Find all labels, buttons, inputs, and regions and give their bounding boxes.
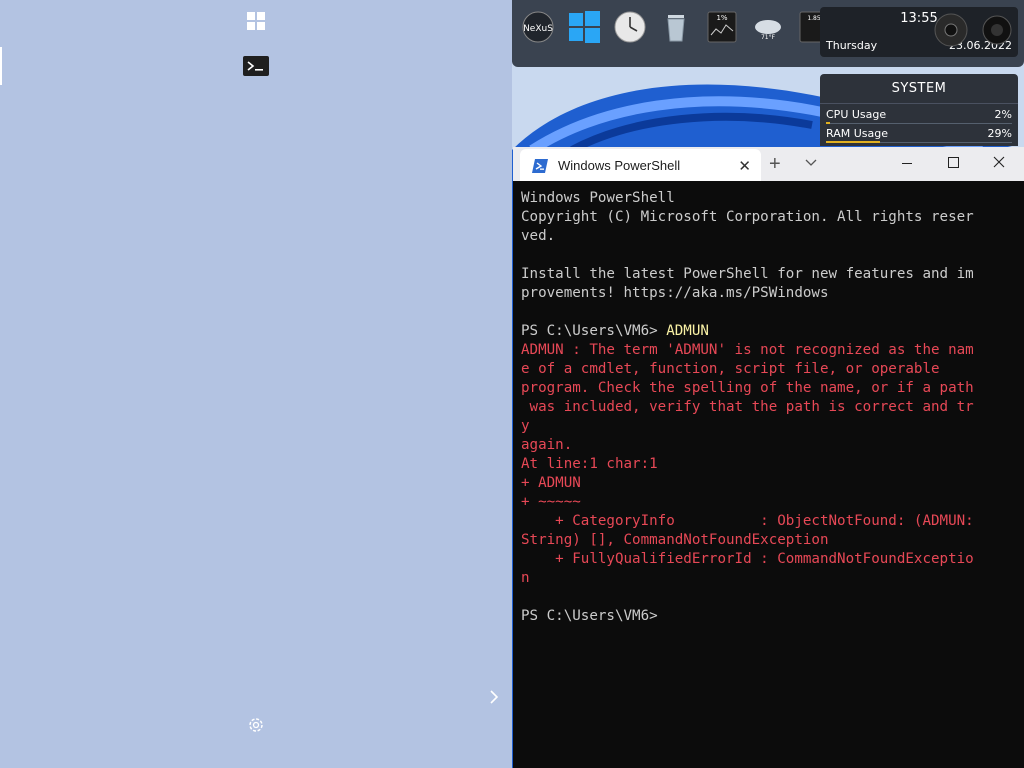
clock-widget: 13:55 Thursday 23.06.2022 [820, 7, 1018, 57]
minimize-button[interactable] [884, 147, 930, 179]
new-tab-button[interactable]: + [769, 153, 781, 176]
powershell-icon [532, 159, 548, 173]
maximize-button[interactable] [930, 147, 976, 179]
cpu-usage-value: 2% [994, 108, 1012, 121]
svg-text:NeXuS: NeXuS [523, 24, 553, 34]
terminal-line: Copyright (C) Microsoft Corporation. All… [521, 209, 974, 225]
terminal-line: + ~~~~~ [521, 494, 581, 510]
close-window-button[interactable] [976, 147, 1022, 179]
nexus-logo-icon[interactable]: NeXuS [520, 9, 556, 45]
cpu-usage-label: CPU Usage [826, 108, 887, 121]
ram-usage-value: 29% [987, 127, 1012, 140]
typed-command: ADMUN [666, 323, 709, 339]
window-titlebar[interactable]: Windows PowerShell ✕ + [513, 147, 1024, 181]
chevron-down-icon[interactable] [803, 156, 819, 170]
tab-windows-powershell[interactable]: Windows PowerShell ✕ [520, 149, 761, 181]
tab-title: Windows PowerShell [558, 158, 681, 173]
cpu-usage-row: CPU Usage 2% [826, 108, 1012, 124]
cpu-usage-bar [826, 122, 1012, 124]
ram-usage-label: RAM Usage [826, 127, 888, 140]
windows-logo-icon[interactable] [247, 12, 265, 30]
terminal-app-icon[interactable] [243, 56, 269, 76]
terminal-line: String) [], CommandNotFoundException [521, 532, 829, 548]
terminal-line: At line:1 char:1 [521, 456, 658, 472]
settings-gear-icon[interactable] [246, 715, 266, 735]
terminal-line: ADMUN : The term 'ADMUN' is not recogniz… [521, 342, 974, 358]
clock-day: Thursday [826, 39, 878, 52]
weather-icon[interactable]: 71°F [750, 9, 786, 45]
media-disc-icon [934, 13, 968, 47]
terminal-line: was included, verify that the path is co… [521, 399, 974, 415]
terminal-line: PS C:\Users\VM6> [521, 608, 667, 624]
terminal-line: + ADMUN [521, 475, 581, 491]
terminal-line: again. [521, 437, 573, 453]
recycle-bin-icon[interactable] [658, 9, 694, 45]
system-monitor-widget: SYSTEM CPU Usage 2% RAM Usage 29% [820, 74, 1018, 146]
clock-icon[interactable] [612, 9, 648, 45]
terminal-line: y [521, 418, 530, 434]
tab-close-icon[interactable]: ✕ [738, 157, 751, 175]
ram-usage-row: RAM Usage 29% [826, 127, 1012, 143]
terminal-line: PS C:\Users\VM6> ADMUN [521, 323, 709, 339]
svg-text:1.85: 1.85 [807, 15, 821, 22]
svg-text:71°F: 71°F [761, 34, 776, 41]
terminal-line: e of a cmdlet, function, script file, or… [521, 361, 940, 377]
terminal-line: provements! https://aka.ms/PSWindows [521, 285, 829, 301]
terminal-line: program. Check the spelling of the name,… [521, 380, 974, 396]
camera-lens-icon [982, 15, 1012, 45]
terminal-line: Windows PowerShell [521, 190, 675, 206]
ram-usage-bar [826, 141, 1012, 143]
terminal-line: n [521, 570, 530, 586]
terminal-line: + CategoryInfo : ObjectNotFound: (ADMUN: [521, 513, 974, 529]
windows-start-icon[interactable] [566, 9, 602, 45]
powershell-window: Windows PowerShell ✕ + Windows PowerShel… [513, 147, 1024, 768]
active-indicator [0, 47, 2, 85]
terminal-line: Install the latest PowerShell for new fe… [521, 266, 974, 282]
cpu-meter-icon[interactable]: 1% [704, 9, 740, 45]
chevron-right-icon[interactable] [487, 688, 501, 706]
terminal-line: + FullyQualifiedErrorId : CommandNotFoun… [521, 551, 974, 567]
terminal-line: ved. [521, 228, 556, 244]
terminal-output[interactable]: Windows PowerShell Copyright (C) Microsof… [521, 189, 1016, 626]
system-title: SYSTEM [820, 74, 1018, 104]
svg-text:1%: 1% [716, 14, 727, 22]
start-panel [0, 0, 512, 768]
